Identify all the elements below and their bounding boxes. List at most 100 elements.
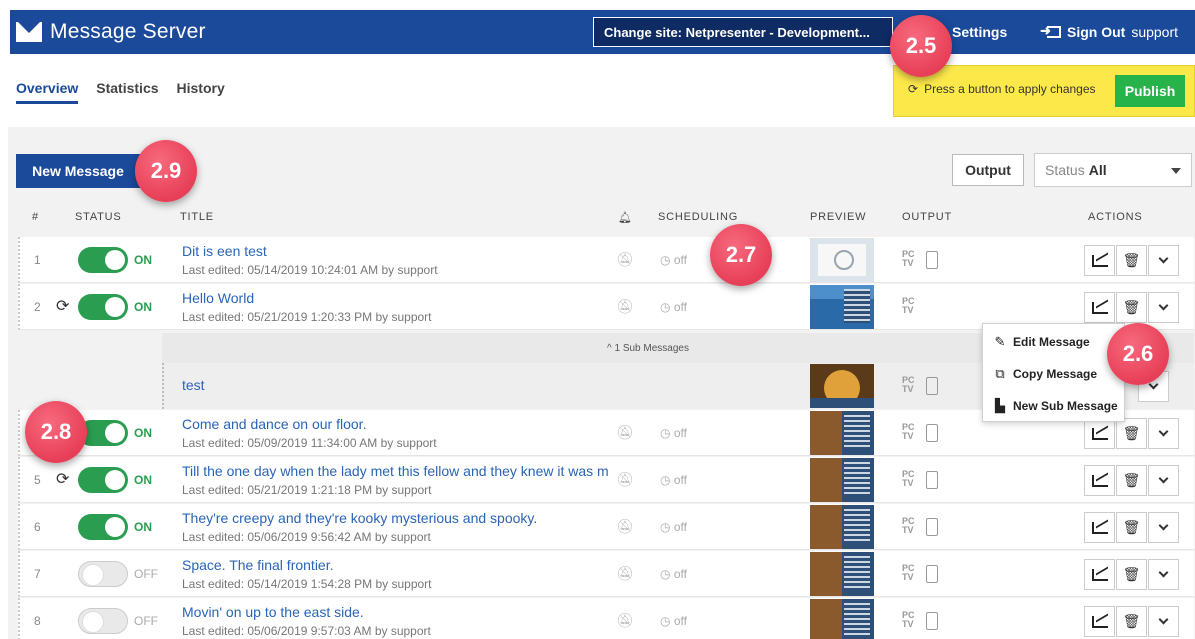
statistics-button[interactable] <box>1084 512 1115 543</box>
trash-icon: 🗑︎ <box>1122 472 1141 488</box>
trash-icon: 🗑︎ <box>1122 299 1141 315</box>
preview-thumbnail[interactable] <box>810 364 874 408</box>
scheduling-status[interactable]: ◷ off <box>660 300 687 314</box>
bell-off-icon[interactable]: 🔕︎ <box>616 251 634 268</box>
preview-thumbnail[interactable] <box>810 599 874 639</box>
delete-button[interactable]: 🗑︎ <box>1116 465 1147 496</box>
menu-item-edit-message[interactable]: ✎ Edit Message <box>993 334 1090 350</box>
scheduling-status[interactable]: ◷ off <box>660 567 687 581</box>
preview-thumbnail[interactable] <box>810 458 874 502</box>
callout-badge: 2.8 <box>25 401 87 463</box>
table-row[interactable]: 5 ⟳ ON Till the one day when the lady me… <box>18 457 1194 503</box>
delete-button[interactable]: 🗑︎ <box>1116 512 1147 543</box>
preview-thumbnail[interactable] <box>810 552 874 596</box>
status-filter-select[interactable]: Status All <box>1034 153 1192 187</box>
tab-overview[interactable]: Overview <box>16 70 79 104</box>
bell-off-icon[interactable]: 🔕︎ <box>616 518 634 535</box>
more-actions-button[interactable] <box>1148 606 1179 637</box>
message-title[interactable]: Space. The final frontier. <box>182 557 334 573</box>
message-title[interactable]: They're creepy and they're kooky mysteri… <box>182 510 537 526</box>
statistics-button[interactable] <box>1084 418 1115 449</box>
tab-history[interactable]: History <box>177 70 225 104</box>
message-title[interactable]: Movin' on up to the east side. <box>182 604 364 620</box>
statistics-button[interactable] <box>1084 292 1115 323</box>
site-select[interactable]: Change site: Netpresenter - Development.… <box>593 17 893 47</box>
status-toggle[interactable] <box>78 467 128 493</box>
mobile-screen-icon <box>926 251 938 269</box>
output-pc-tv: PC TV <box>902 376 915 394</box>
scheduling-status[interactable]: ◷ off <box>660 253 687 267</box>
delete-button[interactable]: 🗑︎ <box>1116 418 1147 449</box>
more-actions-button[interactable] <box>1148 292 1179 323</box>
scheduling-status[interactable]: ◷ off <box>660 426 687 440</box>
menu-item-copy-message[interactable]: ⧉ Copy Message <box>993 366 1097 382</box>
status-toggle[interactable] <box>78 247 128 273</box>
last-edited: Last edited: 05/14/2019 1:54:28 PM by su… <box>182 577 432 591</box>
publish-button[interactable]: Publish <box>1115 75 1185 107</box>
status-toggle[interactable] <box>78 294 128 320</box>
tv-label: TV <box>902 619 914 629</box>
table-row[interactable]: 6 ON They're creepy and they're kooky my… <box>18 504 1194 550</box>
caret-down-icon <box>1171 168 1181 174</box>
more-actions-button[interactable] <box>1148 418 1179 449</box>
more-actions-button[interactable] <box>1148 245 1179 276</box>
output-pc-tv: PC TV <box>902 611 915 629</box>
new-message-button[interactable]: New Message <box>16 154 140 188</box>
tab-statistics[interactable]: Statistics <box>96 70 158 104</box>
chart-icon <box>1091 474 1108 487</box>
status-toggle[interactable] <box>78 608 128 634</box>
message-title[interactable]: Till the one day when the lady met this … <box>182 463 609 479</box>
statistics-button[interactable] <box>1084 559 1115 590</box>
bell-off-icon[interactable]: 🔕︎ <box>616 298 634 315</box>
message-title[interactable]: Dit is een test <box>182 243 267 259</box>
bell-off-icon[interactable]: 🔕︎ <box>616 612 634 629</box>
scheduling-status[interactable]: ◷ off <box>660 614 687 628</box>
preview-thumbnail[interactable] <box>810 238 874 282</box>
preview-thumbnail[interactable] <box>810 505 874 549</box>
row-number: 2 <box>34 300 41 314</box>
table-row[interactable]: 7 OFF Space. The final frontier. Last ed… <box>18 551 1194 597</box>
delete-button[interactable]: 🗑︎ <box>1116 606 1147 637</box>
table-row[interactable]: 1 ON Dit is een test Last edited: 05/14/… <box>18 237 1194 283</box>
status-toggle[interactable] <box>78 514 128 540</box>
bell-off-icon[interactable]: 🔕︎ <box>616 471 634 488</box>
tv-label: TV <box>902 525 914 535</box>
statistics-button[interactable] <box>1084 465 1115 496</box>
signout-link[interactable]: Sign Out support <box>1040 10 1178 54</box>
row-number: 1 <box>34 253 41 267</box>
row-number: 7 <box>34 567 41 581</box>
copy-icon: ⧉ <box>995 366 1005 381</box>
callout-badge: 2.7 <box>710 224 772 286</box>
sub-message-title[interactable]: test <box>182 377 205 393</box>
scheduling-status[interactable]: ◷ off <box>660 473 687 487</box>
chart-icon <box>1091 427 1108 440</box>
menu-item-new-sub-message[interactable]: ▙ New Sub Message <box>993 398 1118 414</box>
trash-icon: 🗑︎ <box>1122 519 1141 535</box>
status-toggle[interactable] <box>78 561 128 587</box>
bell-icon: 🔔︎ <box>618 212 633 224</box>
more-actions-button[interactable] <box>1148 512 1179 543</box>
more-actions-button[interactable] <box>1148 465 1179 496</box>
refresh-icon: ⟳ <box>908 82 919 96</box>
preview-thumbnail[interactable] <box>810 411 874 455</box>
message-title[interactable]: Come and dance on our floor. <box>182 416 366 432</box>
last-edited: Last edited: 05/06/2019 9:57:03 AM by su… <box>182 624 431 638</box>
delete-button[interactable]: 🗑︎ <box>1116 245 1147 276</box>
brand[interactable]: Message Server <box>10 10 206 54</box>
statistics-button[interactable] <box>1084 606 1115 637</box>
statistics-button[interactable] <box>1084 245 1115 276</box>
table-row[interactable]: 8 OFF Movin' on up to the east side. Las… <box>18 598 1194 639</box>
delete-button[interactable]: 🗑︎ <box>1116 559 1147 590</box>
scheduling-status[interactable]: ◷ off <box>660 520 687 534</box>
message-title[interactable]: Hello World <box>182 290 254 306</box>
settings-link[interactable]: Settings <box>952 10 1007 54</box>
bell-off-icon[interactable]: 🔕︎ <box>616 424 634 441</box>
tv-label: TV <box>902 384 914 394</box>
delete-button[interactable]: 🗑︎ <box>1116 292 1147 323</box>
status-label: ON <box>134 473 152 487</box>
more-actions-button[interactable] <box>1148 559 1179 590</box>
bell-off-icon[interactable]: 🔕︎ <box>616 565 634 582</box>
status-filter-prefix: Status <box>1045 162 1085 178</box>
preview-thumbnail[interactable] <box>810 285 874 329</box>
output-button[interactable]: Output <box>952 154 1024 186</box>
